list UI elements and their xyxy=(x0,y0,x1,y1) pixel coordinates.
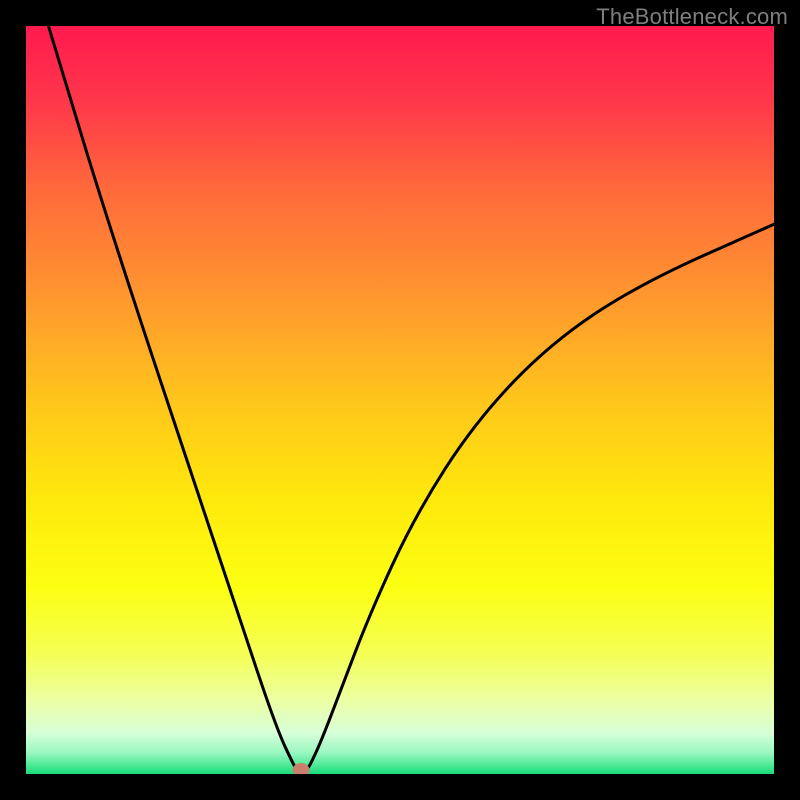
plot-area xyxy=(26,26,774,774)
bottleneck-curve xyxy=(26,26,774,774)
watermark-text: TheBottleneck.com xyxy=(596,4,788,30)
chart-stage: TheBottleneck.com xyxy=(0,0,800,800)
minimum-marker xyxy=(293,763,310,774)
